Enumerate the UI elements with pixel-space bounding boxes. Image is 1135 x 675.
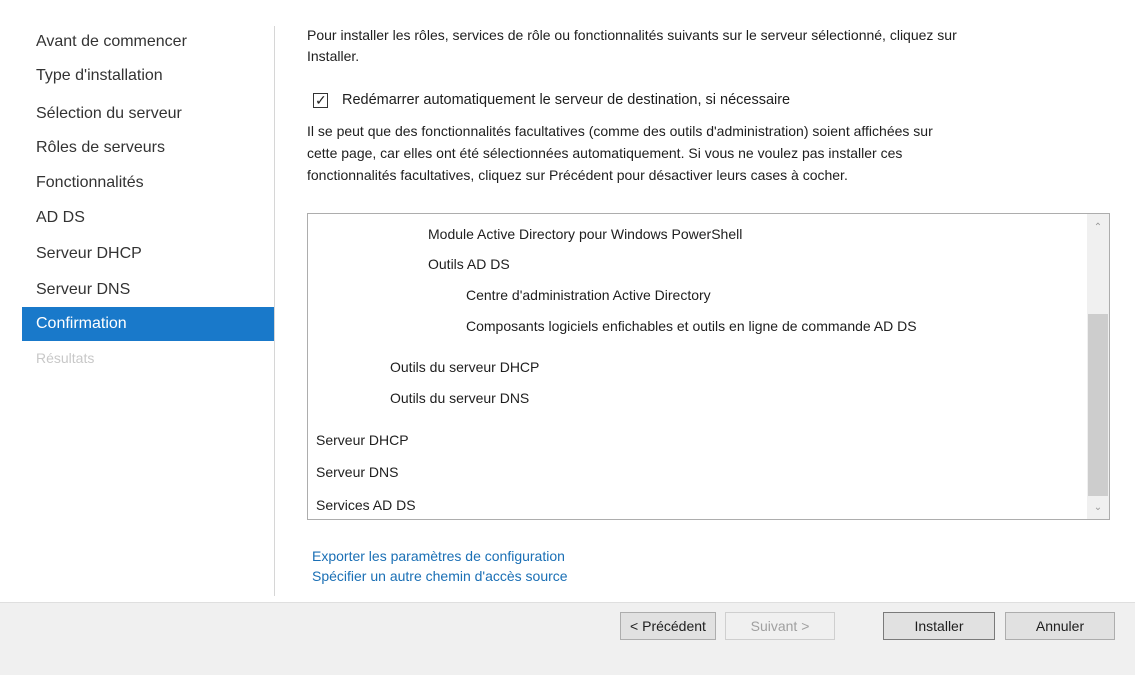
alternate-source-path-link[interactable]: Spécifier un autre chemin d'accès source xyxy=(312,566,568,586)
sidebar-item-serveur-dns[interactable]: Serveur DNS xyxy=(22,273,274,307)
list-item: Outils du serveur DHCP xyxy=(390,359,540,375)
sidebar-item-fonctionnalites[interactable]: Fonctionnalités xyxy=(22,166,274,200)
cancel-button[interactable]: Annuler xyxy=(1005,612,1115,640)
list-item: Centre d'administration Active Directory xyxy=(466,287,711,303)
info-text-line-1: Il se peut que des fonctionnalités facul… xyxy=(307,123,933,139)
scrollbar-thumb[interactable] xyxy=(1088,314,1108,496)
list-item: Module Active Directory pour Windows Pow… xyxy=(428,226,743,242)
restart-checkbox-row[interactable]: ✓ Redémarrer automatiquement le serveur … xyxy=(313,89,790,111)
sidebar-item-resultats: Résultats xyxy=(36,350,95,366)
install-button[interactable]: Installer xyxy=(883,612,995,640)
sidebar-item-serveur-dhcp[interactable]: Serveur DHCP xyxy=(22,237,274,271)
chevron-up-icon[interactable]: ⌃ xyxy=(1087,218,1109,238)
sidebar-divider xyxy=(274,26,275,596)
sidebar-item-ad-ds[interactable]: AD DS xyxy=(22,201,274,235)
sidebar-item-roles-serveurs[interactable]: Rôles de serveurs xyxy=(22,131,274,165)
checkmark-icon: ✓ xyxy=(315,91,327,108)
list-item: Serveur DNS xyxy=(316,464,399,480)
list-item: Outils du serveur DNS xyxy=(390,390,530,406)
restart-checkbox[interactable]: ✓ xyxy=(313,91,328,108)
restart-checkbox-label[interactable]: Redémarrer automatiquement le serveur de… xyxy=(342,92,790,108)
export-settings-link[interactable]: Exporter les paramètres de configuration xyxy=(312,546,565,566)
next-button: Suivant > xyxy=(725,612,835,640)
sidebar-item-type-installation[interactable]: Type d'installation xyxy=(22,59,274,93)
info-text-line-2: cette page, car elles ont été sélectionn… xyxy=(307,145,903,161)
intro-text-line-1: Pour installer les rôles, services de rô… xyxy=(307,27,957,43)
previous-button[interactable]: < Précédent xyxy=(620,612,716,640)
list-item: Outils AD DS xyxy=(428,256,510,272)
wizard-steps-sidebar: Avant de commencer Type d'installation S… xyxy=(0,0,275,600)
list-item: Serveur DHCP xyxy=(316,432,409,448)
list-item: Composants logiciels enfichables et outi… xyxy=(466,318,917,334)
vertical-scrollbar[interactable]: ⌃ ⌄ xyxy=(1087,214,1109,519)
chevron-down-icon[interactable]: ⌄ xyxy=(1087,498,1109,518)
features-listbox[interactable]: Module Active Directory pour Windows Pow… xyxy=(307,213,1110,520)
intro-text-line-2: Installer. xyxy=(307,48,360,64)
sidebar-item-avant-de-commencer[interactable]: Avant de commencer xyxy=(22,25,274,59)
sidebar-item-selection-serveur[interactable]: Sélection du serveur xyxy=(22,97,274,131)
sidebar-item-confirmation[interactable]: Confirmation xyxy=(22,307,274,341)
info-text-line-3: fonctionnalités facultatives, cliquez su… xyxy=(307,167,848,183)
list-item: Services AD DS xyxy=(316,497,416,513)
